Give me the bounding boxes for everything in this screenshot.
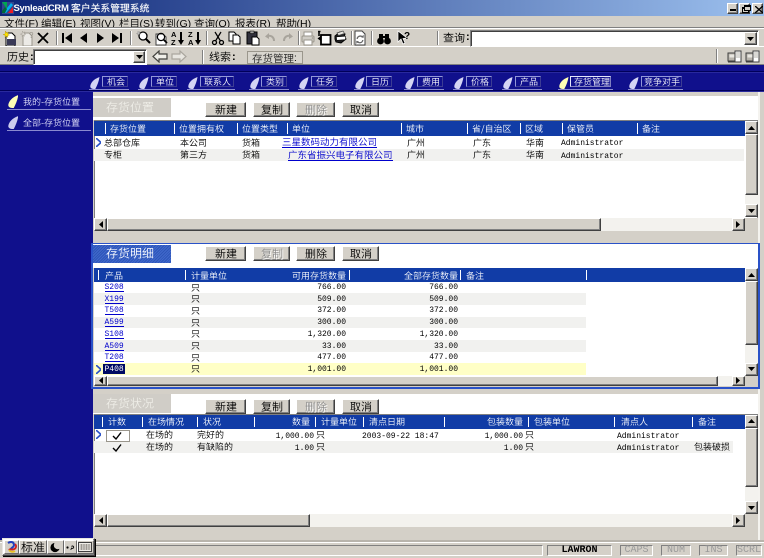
svg-text:?: ? <box>404 31 410 42</box>
svg-text:A: A <box>188 38 194 46</box>
svg-text:Z: Z <box>171 38 176 46</box>
svg-text:?: ? <box>29 31 34 40</box>
